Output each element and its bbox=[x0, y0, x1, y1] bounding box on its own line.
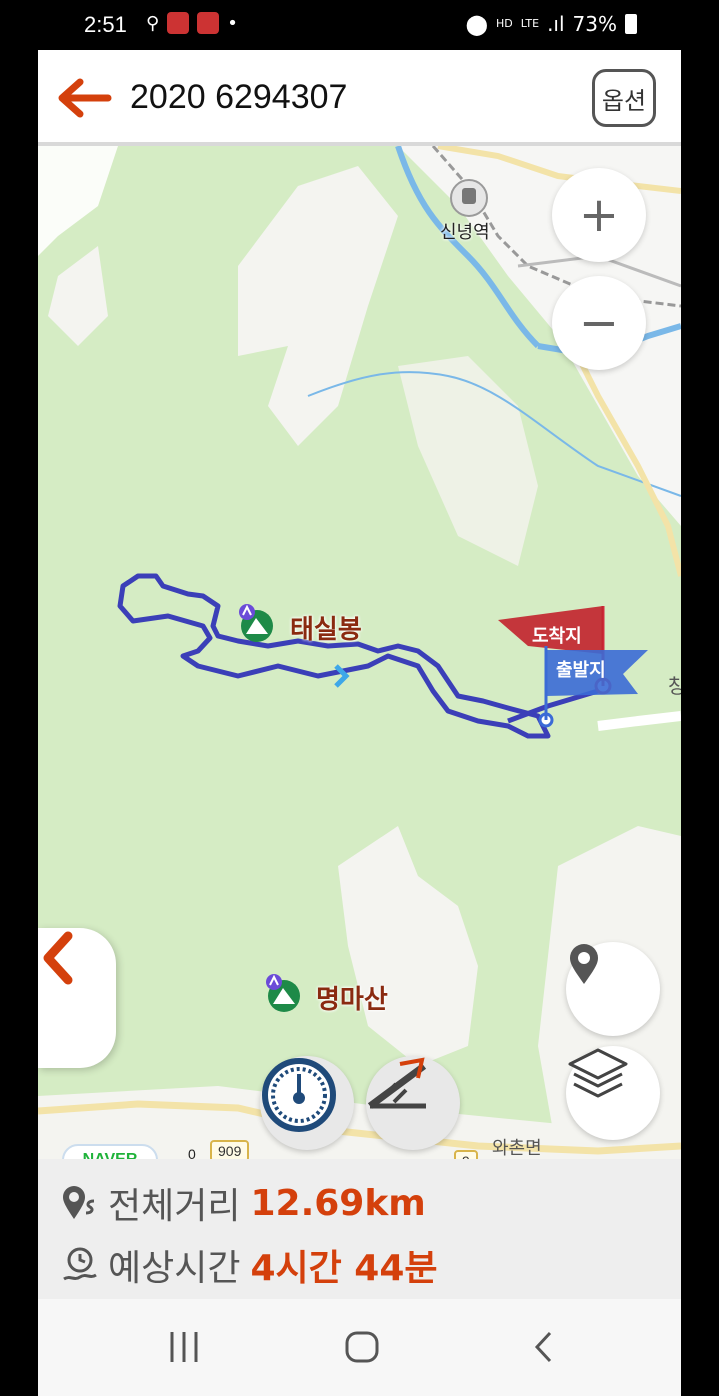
route-pin-icon bbox=[63, 1186, 95, 1219]
elevation-mode-button[interactable] bbox=[366, 1056, 460, 1150]
time-label: 예상시간 bbox=[108, 1248, 241, 1289]
end-flag-label: 도착지 bbox=[532, 626, 582, 647]
distance-label: 전체거리 bbox=[108, 1186, 241, 1227]
notification-icons: ⚲ • bbox=[146, 12, 238, 34]
hd-voice-icon: HD bbox=[496, 17, 513, 30]
naver-logo: NAVER bbox=[62, 1144, 158, 1159]
location-pin-icon bbox=[570, 944, 598, 984]
app-notification-icon bbox=[167, 12, 190, 34]
option-button[interactable]: 옵션 bbox=[592, 69, 656, 127]
recent-apps-button[interactable] bbox=[164, 1327, 204, 1367]
start-flag-label: 출발지 bbox=[556, 660, 606, 681]
back-button[interactable] bbox=[524, 1327, 564, 1367]
road-number-partial: 9 bbox=[454, 1150, 478, 1159]
station-label: 신녕역 bbox=[440, 222, 490, 243]
recent-apps-icon bbox=[170, 1332, 198, 1362]
status-time: 2:51 bbox=[84, 12, 127, 37]
time-row: 예상시간 4시간 44분 bbox=[60, 1239, 438, 1291]
home-button[interactable] bbox=[342, 1327, 382, 1367]
scale-zero: 0 bbox=[188, 1146, 196, 1159]
current-location-button[interactable] bbox=[566, 942, 660, 1036]
peak-label-taesilbong: 태실봉 bbox=[290, 615, 362, 645]
location-icon: ⬤ bbox=[465, 12, 489, 36]
home-icon bbox=[345, 1331, 379, 1363]
system-icons: ⬤ HD LTE .ıl 73% bbox=[466, 12, 637, 36]
signal-icon: .ıl bbox=[547, 12, 565, 36]
map-layers-button[interactable] bbox=[566, 1046, 660, 1140]
distance-row: 전체거리 12.69km bbox=[60, 1177, 426, 1229]
road-number-909: 909 bbox=[210, 1140, 250, 1159]
battery-icon bbox=[625, 14, 637, 34]
side-panel-toggle[interactable] bbox=[38, 928, 116, 1068]
layers-icon bbox=[568, 1048, 628, 1098]
distance-value: 12.69km bbox=[250, 1182, 426, 1224]
route-info-panel: 전체거리 12.69km 예상시간 4시간 44분 bbox=[38, 1159, 681, 1299]
status-bar: 2:51 ⚲ • ⬤ HD LTE .ıl 73% bbox=[0, 0, 719, 50]
more-notifications-icon: • bbox=[227, 12, 238, 34]
time-value: 4시간 44분 bbox=[250, 1248, 438, 1289]
app-notification-icon bbox=[197, 12, 220, 34]
town-label: 와촌면 bbox=[492, 1138, 542, 1159]
zoom-out-button[interactable]: − bbox=[552, 276, 646, 370]
clock-route-icon bbox=[63, 1247, 97, 1281]
system-nav-bar bbox=[38, 1299, 681, 1396]
zoom-in-button[interactable]: + bbox=[552, 168, 646, 262]
back-arrow-icon[interactable] bbox=[54, 76, 114, 120]
app-window: 2020 6294307 옵션 신녕역 태실봉 명마산 도착지 출발지 창 와촌… bbox=[38, 50, 681, 1396]
page-title: 2020 6294307 bbox=[130, 78, 348, 116]
edge-map-text: 창 bbox=[668, 674, 681, 698]
lte-icon: LTE bbox=[520, 17, 540, 30]
location-pin-notification-icon: ⚲ bbox=[146, 12, 160, 34]
speedometer-icon bbox=[262, 1058, 336, 1132]
slope-icon bbox=[367, 1057, 427, 1109]
header: 2020 6294307 옵션 bbox=[38, 50, 681, 146]
back-chevron-icon bbox=[534, 1331, 552, 1363]
chevron-left-icon bbox=[43, 931, 73, 985]
battery-percent: 73% bbox=[572, 12, 617, 36]
map-view[interactable]: 신녕역 태실봉 명마산 도착지 출발지 창 와촌면 + − 0 909 bbox=[38, 146, 681, 1159]
speed-mode-button[interactable] bbox=[260, 1056, 354, 1150]
peak-label-myeongmasan: 명마산 bbox=[316, 985, 388, 1015]
